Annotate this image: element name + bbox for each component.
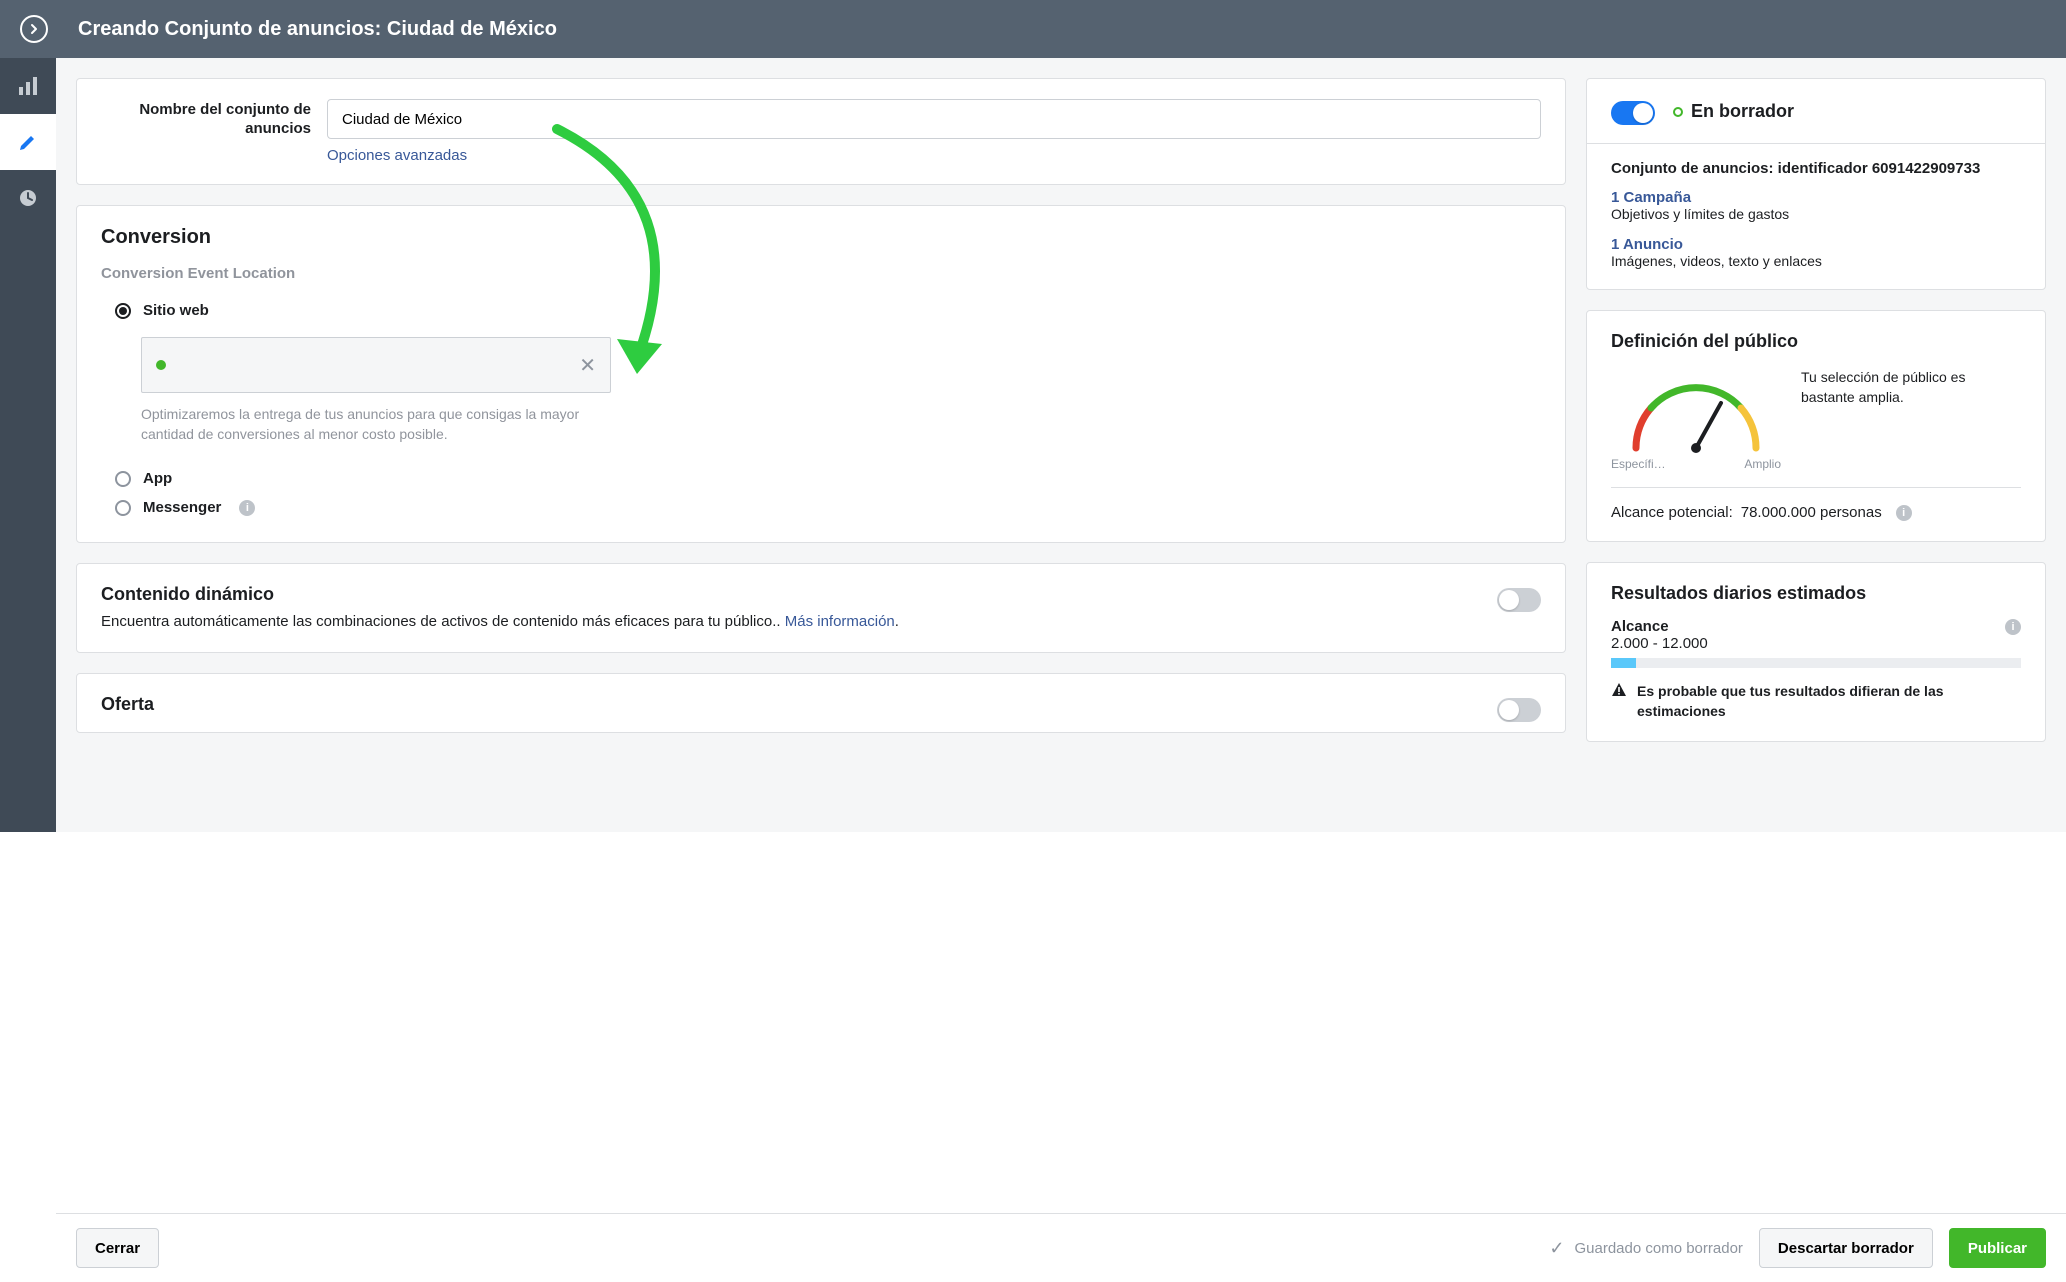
offer-toggle[interactable] — [1497, 698, 1541, 722]
pixel-selector[interactable]: ✕ — [141, 337, 611, 393]
reach-label: Alcance potencial: — [1611, 504, 1733, 521]
status-card: En borrador Conjunto de anuncios: identi… — [1586, 78, 2046, 290]
saved-status: Guardado como borrador — [1574, 1240, 1742, 1257]
event-location-label: Conversion Event Location — [101, 265, 1541, 282]
estimates-card: Resultados diarios estimados Alcance i 2… — [1586, 562, 2046, 742]
header-bar: Creando Conjunto de anuncios: Ciudad de … — [0, 0, 2066, 58]
estimates-warning: Es probable que tus resultados difieran … — [1637, 682, 2021, 721]
close-icon[interactable]: ✕ — [579, 353, 596, 378]
radio-messenger[interactable]: Messenger i — [115, 493, 1541, 522]
info-icon[interactable]: i — [2005, 619, 2021, 635]
expand-icon[interactable] — [20, 15, 48, 43]
close-button[interactable]: Cerrar — [76, 1228, 159, 1268]
campaign-sub: Objetivos y límites de gastos — [1611, 206, 2021, 222]
radio-website[interactable]: Sitio web — [115, 296, 1541, 325]
dynamic-desc-text: Encuentra automáticamente las combinacio… — [101, 613, 785, 630]
offer-card: Oferta — [76, 673, 1566, 733]
dynamic-desc: Encuentra automáticamente las combinacio… — [101, 611, 1481, 632]
est-reach-value: 2.000 - 12.000 — [1611, 635, 2021, 652]
radio-icon — [115, 500, 131, 516]
est-reach-bar — [1611, 658, 2021, 668]
gauge-broad-label: Amplio — [1744, 457, 1781, 471]
conversion-helper: Optimizaremos la entrega de tus anuncios… — [141, 405, 611, 444]
audience-message: Tu selección de público es bastante ampl… — [1801, 368, 2021, 407]
status-label: En borrador — [1673, 101, 1794, 122]
audience-gauge: Específi… Amplio — [1611, 368, 1781, 471]
ad-link[interactable]: 1 Anuncio — [1611, 236, 2021, 253]
radio-app-label: App — [143, 470, 172, 487]
audience-title: Definición del público — [1611, 331, 2021, 352]
status-dot-icon — [156, 360, 166, 370]
ad-sub: Imágenes, videos, texto y enlaces — [1611, 253, 2021, 269]
conversion-card: Conversion Conversion Event Location Sit… — [76, 205, 1566, 543]
conversion-title: Conversion — [101, 226, 1541, 249]
estimates-title: Resultados diarios estimados — [1611, 583, 2021, 604]
adset-active-toggle[interactable] — [1611, 101, 1655, 125]
radio-website-label: Sitio web — [143, 302, 209, 319]
publish-button[interactable]: Publicar — [1949, 1228, 2046, 1268]
radio-icon — [115, 471, 131, 487]
audience-card: Definición del público Específi… Ampli — [1586, 310, 2046, 542]
radio-app[interactable]: App — [115, 464, 1541, 493]
adset-id: Conjunto de anuncios: identificador 6091… — [1611, 160, 2021, 177]
gauge-specific-label: Específi… — [1611, 457, 1666, 471]
adset-name-card: Nombre del conjunto de anuncios Opciones… — [76, 78, 1566, 185]
est-reach-label: Alcance — [1611, 618, 1669, 635]
dynamic-content-card: Contenido dinámico Encuentra automáticam… — [76, 563, 1566, 653]
nav-history-icon[interactable] — [0, 170, 56, 226]
adset-name-input[interactable] — [327, 99, 1541, 139]
info-icon[interactable]: i — [1896, 505, 1912, 521]
dot: . — [895, 613, 899, 630]
dynamic-title: Contenido dinámico — [101, 584, 1481, 605]
status-ring-icon — [1673, 107, 1683, 117]
nav-edit-icon[interactable] — [0, 114, 56, 170]
more-info-link[interactable]: Más información — [785, 613, 895, 630]
radio-icon — [115, 303, 131, 319]
page-title: Creando Conjunto de anuncios: Ciudad de … — [78, 18, 557, 41]
warning-icon — [1611, 682, 1627, 721]
nav-insights-icon[interactable] — [0, 58, 56, 114]
discard-button[interactable]: Descartar borrador — [1759, 1228, 1933, 1268]
footer-bar: Cerrar ✓ Guardado como borrador Descarta… — [56, 1213, 2066, 1282]
campaign-link[interactable]: 1 Campaña — [1611, 189, 2021, 206]
offer-title: Oferta — [101, 694, 1481, 715]
check-icon: ✓ — [1549, 1238, 1564, 1259]
radio-messenger-label: Messenger — [143, 499, 221, 516]
adset-name-label: Nombre del conjunto de anuncios — [101, 100, 311, 139]
side-nav — [0, 58, 56, 832]
advanced-options-link[interactable]: Opciones avanzadas — [327, 147, 1541, 164]
reach-value: 78.000.000 personas — [1741, 504, 1882, 521]
info-icon[interactable]: i — [239, 500, 255, 516]
status-text: En borrador — [1691, 101, 1794, 121]
dynamic-toggle[interactable] — [1497, 588, 1541, 612]
